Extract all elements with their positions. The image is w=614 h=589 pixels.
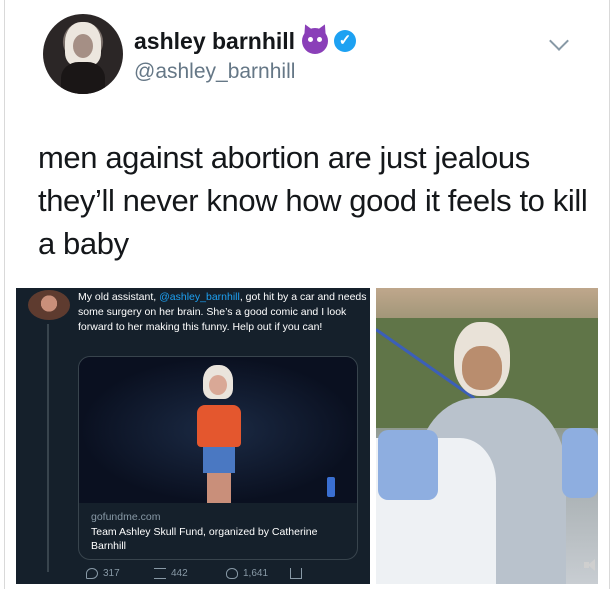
like-button[interactable]: 1,641 xyxy=(226,568,268,579)
verified-icon: ✓ xyxy=(334,30,356,52)
tweet-actions: 317 442 1,641 xyxy=(78,568,358,582)
heart-icon xyxy=(226,568,238,579)
avatar-body xyxy=(61,62,105,94)
card-domain: gofundme.com xyxy=(91,511,161,523)
reply-count: 317 xyxy=(103,568,120,579)
bottle xyxy=(327,477,335,497)
avatar[interactable] xyxy=(43,14,123,94)
embedded-text-before: My old assistant, xyxy=(78,291,160,303)
thread-line xyxy=(47,324,49,572)
hospital-photo xyxy=(376,288,598,584)
link-card[interactable]: gofundme.com Team Ashley Skull Fund, org… xyxy=(78,356,358,560)
avatar-face xyxy=(73,34,93,58)
username-handle[interactable]: @ashley_barnhill xyxy=(134,60,295,84)
reply-button[interactable]: 317 xyxy=(86,568,120,579)
card-image xyxy=(79,357,357,503)
tweet-text: men against abortion are just jealous th… xyxy=(38,140,588,261)
retweet-button[interactable]: 442 xyxy=(154,568,188,579)
share-icon xyxy=(290,568,302,579)
display-name[interactable]: ashley barnhill xyxy=(134,28,295,55)
smiling-devil-icon xyxy=(302,28,328,54)
like-count: 1,641 xyxy=(243,568,269,579)
speaker-icon[interactable] xyxy=(584,558,598,572)
embedded-tweet-text: My old assistant, @ashley_barnhill, got … xyxy=(78,290,370,336)
share-button[interactable] xyxy=(290,568,307,579)
retweet-icon xyxy=(154,568,166,579)
retweet-count: 442 xyxy=(171,568,188,579)
card-title: Team Ashley Skull Fund, organized by Cat… xyxy=(91,526,318,552)
reply-icon xyxy=(86,568,98,579)
embedded-avatar xyxy=(28,290,70,320)
performer-figure xyxy=(189,365,249,503)
mention-link[interactable]: @ashley_barnhill xyxy=(159,291,240,303)
